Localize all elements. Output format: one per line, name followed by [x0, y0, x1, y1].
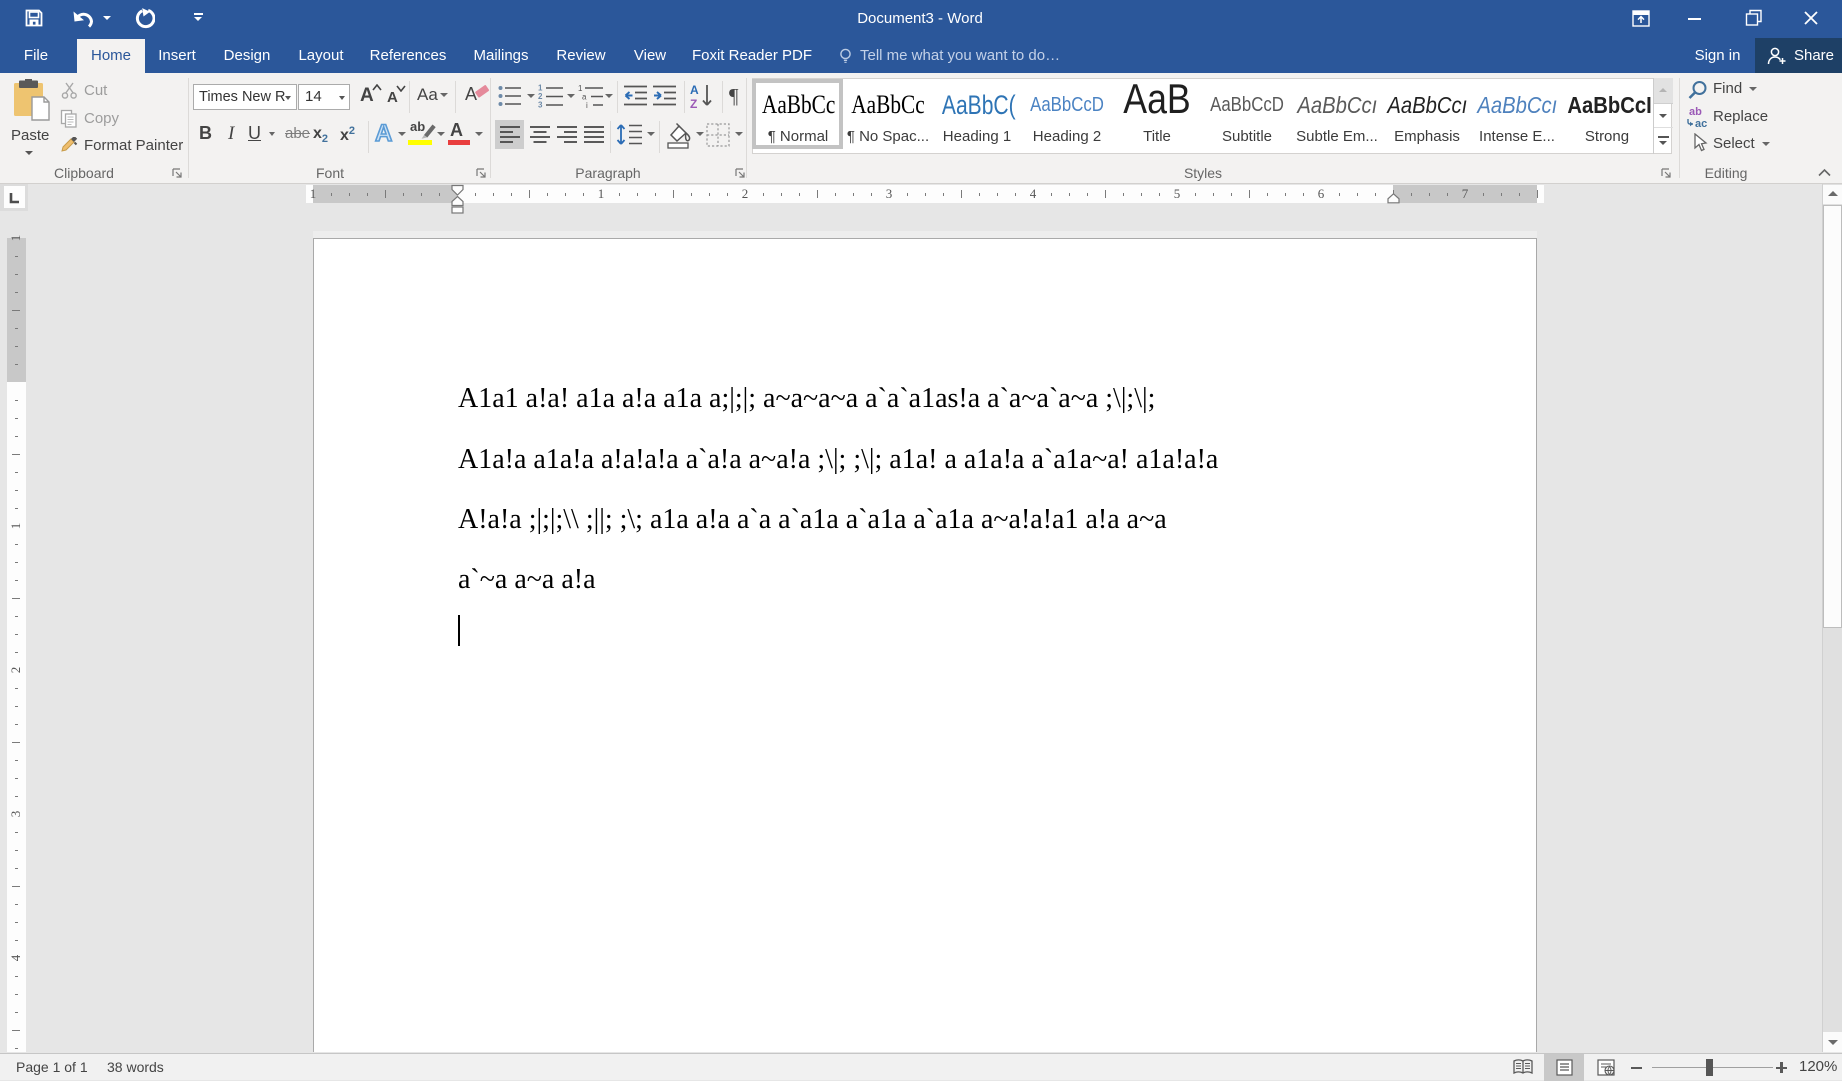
- svg-text:ab: ab: [1689, 106, 1702, 118]
- svg-text:ac: ac: [1695, 118, 1707, 129]
- svg-text:i: i: [586, 101, 588, 108]
- svg-text:3: 3: [538, 101, 543, 109]
- svg-text:Z: Z: [690, 97, 697, 109]
- svg-text:A: A: [690, 83, 699, 97]
